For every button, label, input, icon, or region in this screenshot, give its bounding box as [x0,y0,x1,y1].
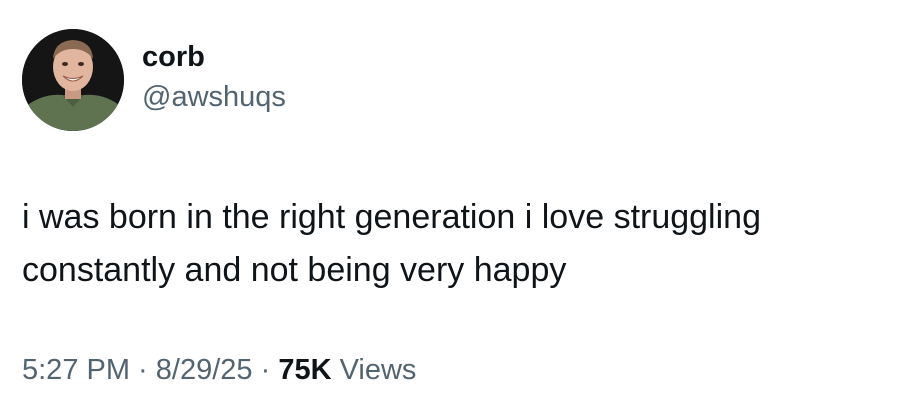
meta-separator: · [130,354,156,386]
user-handle[interactable]: @awshuqs [142,80,286,114]
avatar[interactable] [22,29,124,131]
post-date[interactable]: 8/29/25 [156,354,253,386]
author-names: corb @awshuqs [142,41,286,114]
display-name[interactable]: corb [142,40,286,74]
tweet-meta: 5:27 PM · 8/29/25 · 75K Views [22,352,416,388]
post-time[interactable]: 5:27 PM [22,354,130,386]
meta-separator: · [252,354,279,386]
views-count[interactable]: 75K [278,354,331,386]
tweet-card: corb @awshuqs i was born in the right ge… [0,0,900,404]
tweet-header: corb @awshuqs [22,29,286,131]
views-label: Views [331,354,417,386]
tweet-text: i was born in the right generation i lov… [22,198,761,289]
avatar-photo-icon [22,29,124,131]
